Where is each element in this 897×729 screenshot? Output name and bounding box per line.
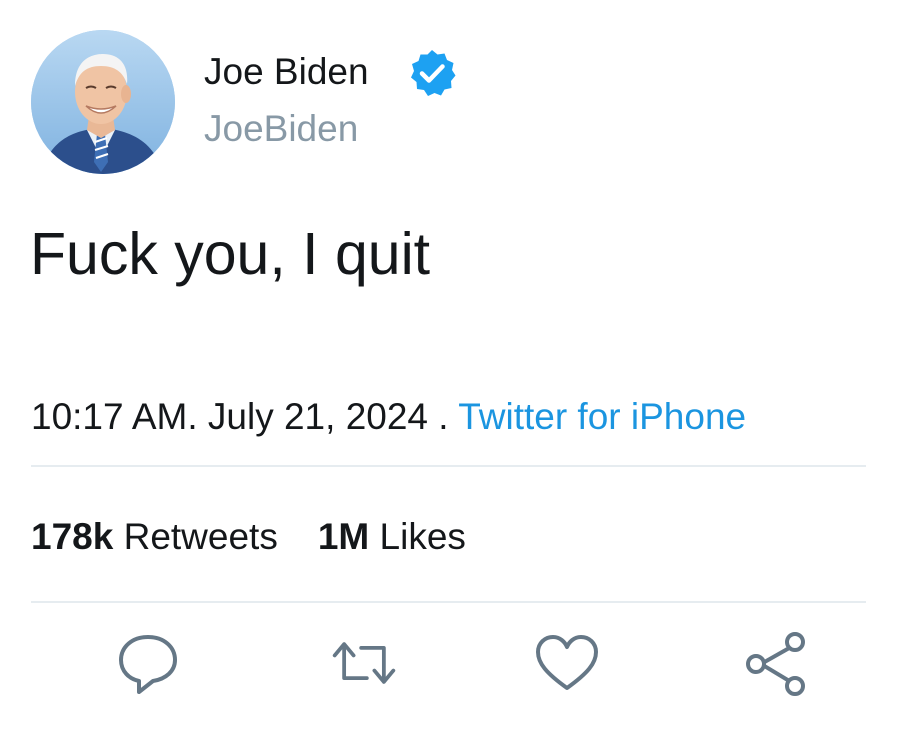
tweet-text: Fuck you, I quit [30,221,431,287]
divider [31,465,866,467]
retweet-button[interactable] [329,628,399,698]
speech-bubble-icon [119,635,177,694]
verified-badge-icon [411,50,456,96]
divider [31,601,866,603]
tweet-card: Joe Biden JoeBiden Fuck you, I quit 10:1… [0,0,897,729]
tweet-time: 10:17 AM [31,396,188,437]
heart-icon [536,635,598,690]
likes-count[interactable]: 1M [318,516,369,557]
avatar[interactable] [31,30,175,174]
user-handle[interactable]: JoeBiden [204,107,358,151]
display-name[interactable]: Joe Biden [204,50,369,94]
reply-button[interactable] [113,628,183,698]
likes-label[interactable]: Likes [380,516,466,557]
tweet-stats: 178k Retweets 1M Likes [31,514,466,560]
share-button[interactable] [741,628,811,698]
tweet-source-link[interactable]: Twitter for iPhone [458,396,746,437]
avatar-photo [31,30,175,174]
retweets-count[interactable]: 178k [31,516,113,557]
tweet-meta: 10:17 AM. July 21, 2024 . Twitter for iP… [31,396,747,437]
retweet-arrows-icon [332,642,396,684]
tweet-date: July 21, 2024 [207,396,429,437]
share-nodes-icon [746,632,805,696]
like-button[interactable] [532,628,602,698]
retweets-label[interactable]: Retweets [124,516,278,557]
